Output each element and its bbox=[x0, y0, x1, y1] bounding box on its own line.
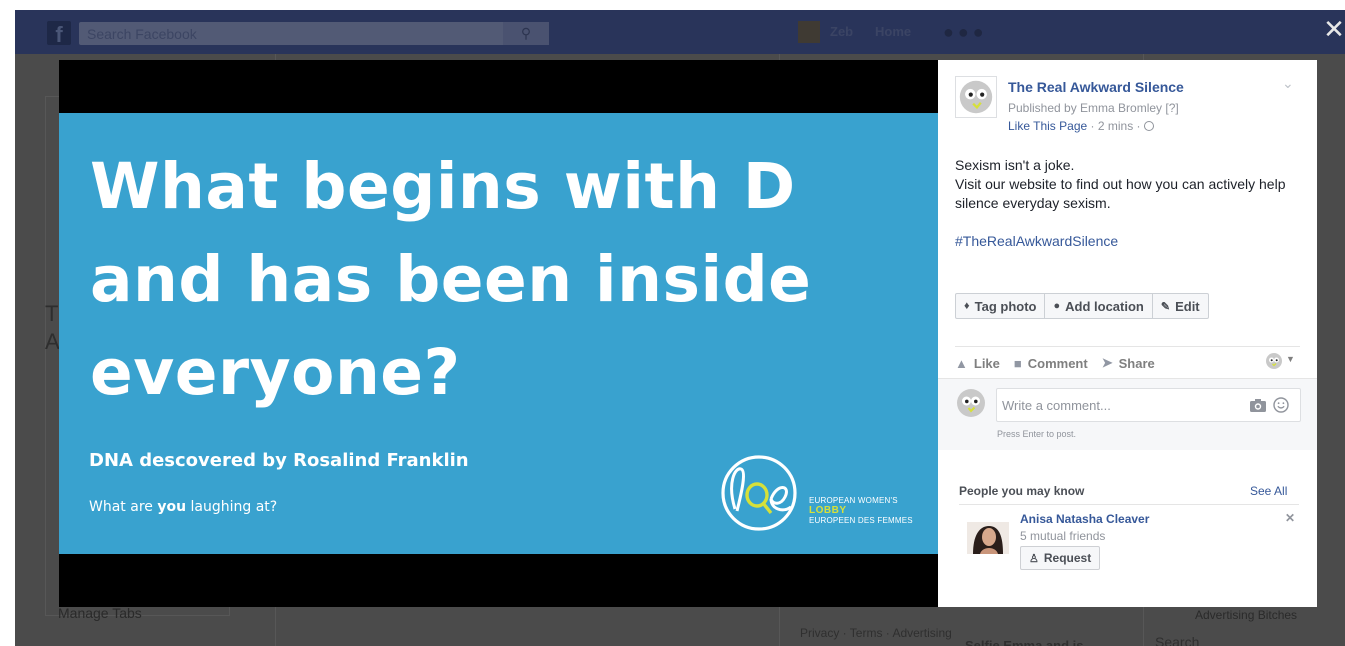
comment-input[interactable] bbox=[997, 389, 1237, 421]
ewl-logo-icon bbox=[721, 455, 797, 531]
tagline-pre: What are bbox=[89, 499, 158, 515]
tag-photo-button[interactable]: ♦ Tag photo bbox=[956, 294, 1046, 318]
like-button[interactable]: ▲ Like bbox=[955, 356, 1000, 371]
nav-avatar bbox=[798, 21, 820, 43]
person-avatar[interactable] bbox=[967, 522, 1009, 554]
request-label: Request bbox=[1043, 551, 1092, 565]
photo-actions: ♦ Tag photo ● Add location ✎ Edit bbox=[955, 293, 1209, 319]
tag-photo-label: Tag photo bbox=[974, 298, 1037, 314]
background-right-search: Search bbox=[1155, 634, 1200, 646]
mutual-friends[interactable]: 5 mutual friends bbox=[1020, 529, 1105, 543]
person-name-link[interactable]: Anisa Natasha Cleaver bbox=[1020, 512, 1149, 526]
photo-headline: What begins with D and has been inside e… bbox=[90, 140, 910, 419]
logo-line1: EUROPEAN WOMEN'S bbox=[809, 496, 898, 505]
post-time[interactable]: 2 mins bbox=[1098, 119, 1133, 133]
post-meta: Like This Page · 2 mins · bbox=[1008, 119, 1154, 133]
background-manage-tabs: Manage Tabs bbox=[58, 605, 142, 621]
thumbs-up-icon: ▲ bbox=[955, 355, 968, 371]
logo-line3: EUROPEEN DES FEMMES bbox=[809, 516, 913, 525]
add-location-button[interactable]: ● Add location bbox=[1045, 294, 1153, 318]
search-icon: ⚲ bbox=[503, 22, 549, 45]
page-avatar[interactable] bbox=[955, 76, 997, 118]
published-help-link[interactable]: [?] bbox=[1165, 101, 1178, 115]
see-all-link[interactable]: See All bbox=[1250, 484, 1287, 498]
like-label: Like bbox=[973, 355, 1000, 371]
post-side-panel: The Real Awkward Silence ⌄ Published by … bbox=[938, 60, 1317, 607]
post-text: Sexism isn't a joke. Visit our website t… bbox=[955, 156, 1300, 213]
divider bbox=[959, 504, 1299, 505]
post-text-line: Sexism isn't a joke. bbox=[955, 157, 1075, 173]
nav-notification-icons: ●●● bbox=[943, 22, 988, 42]
background-search-placeholder: Search Facebook bbox=[87, 26, 197, 42]
photo-stage[interactable]: What begins with D and has been inside e… bbox=[59, 60, 938, 607]
commenter-avatar bbox=[957, 389, 985, 417]
facebook-top-bar: f Search Facebook ⚲ Zeb Home ●●● bbox=[15, 10, 1345, 54]
press-enter-hint: Press Enter to post. bbox=[997, 429, 1077, 439]
hashtag-link[interactable]: #TheRealAwkwardSilence bbox=[955, 233, 1118, 249]
headline-line: What begins with D bbox=[90, 150, 796, 223]
divider bbox=[955, 346, 1300, 347]
smiley-icon[interactable] bbox=[1273, 397, 1289, 413]
photo-subhead: DNA descovered by Rosalind Franklin bbox=[89, 450, 469, 471]
nav-home-link: Home bbox=[875, 24, 912, 39]
share-button[interactable]: ➤ Share bbox=[1102, 355, 1155, 371]
camera-icon[interactable] bbox=[1249, 397, 1267, 413]
like-this-page-link[interactable]: Like This Page bbox=[1008, 119, 1087, 133]
facebook-logo-icon: f bbox=[47, 21, 71, 47]
background-search-bar: Search Facebook ⚲ bbox=[79, 22, 549, 45]
share-icon: ➤ bbox=[1101, 355, 1113, 370]
tagline-bold: you bbox=[157, 499, 187, 515]
share-label: Share bbox=[1118, 355, 1155, 371]
people-you-may-know-title: People you may know bbox=[959, 484, 1085, 498]
published-by: Published by Emma Bromley [?] bbox=[1008, 101, 1179, 115]
background-ad-text: Advertising Bitches bbox=[1195, 608, 1298, 622]
edit-label: Edit bbox=[1175, 298, 1200, 314]
globe-icon bbox=[1143, 121, 1154, 131]
published-by-text: Published by Emma Bromley bbox=[1008, 101, 1163, 115]
headline-line: and has been inside bbox=[90, 243, 812, 316]
post-as-avatar[interactable] bbox=[1265, 352, 1283, 370]
headline-line: everyone? bbox=[90, 336, 461, 409]
friend-request-button[interactable]: ♙ Request bbox=[1020, 546, 1101, 570]
edit-button[interactable]: ✎ Edit bbox=[1153, 294, 1208, 318]
caret-down-icon[interactable]: ▼ bbox=[1286, 354, 1295, 364]
dismiss-suggestion-icon[interactable]: ✕ bbox=[1285, 511, 1295, 525]
tag-icon: ♦ bbox=[964, 300, 970, 312]
add-friend-icon: ♙ bbox=[1029, 552, 1039, 565]
comment-box bbox=[996, 388, 1301, 422]
close-lightbox-button[interactable]: ✕ bbox=[1322, 16, 1345, 44]
background-below-text: Selfie Emma and is bbox=[965, 638, 1084, 646]
comment-label: Comment bbox=[1027, 355, 1088, 371]
add-location-label: Add location bbox=[1065, 298, 1144, 314]
comment-button[interactable]: ■ Comment bbox=[1014, 356, 1088, 371]
post-photo[interactable]: What begins with D and has been inside e… bbox=[59, 113, 938, 554]
close-icon: ✕ bbox=[1323, 14, 1345, 44]
reaction-bar: ▲ Like ■ Comment ➤ Share bbox=[955, 353, 1169, 373]
tagline-post: laughing at? bbox=[186, 499, 278, 515]
photo-tagline: What are you laughing at? bbox=[89, 499, 277, 515]
background-left-text: TA bbox=[45, 301, 60, 354]
chevron-down-icon[interactable]: ⌄ bbox=[1282, 75, 1294, 92]
comment-icon: ■ bbox=[1013, 355, 1022, 371]
location-pin-icon: ● bbox=[1053, 300, 1061, 312]
nav-user-name: Zeb bbox=[830, 24, 854, 39]
pencil-icon: ✎ bbox=[1160, 300, 1171, 313]
ewl-logo-text: EUROPEAN WOMEN'S LOBBY EUROPEEN DES FEMM… bbox=[809, 496, 913, 525]
logo-line2: LOBBY bbox=[809, 505, 847, 516]
background-footer-links: Privacy · Terms · Advertising bbox=[800, 626, 952, 640]
post-text-line: Visit our website to find out how you ca… bbox=[955, 176, 1286, 211]
comment-area: Press Enter to post. bbox=[938, 378, 1317, 450]
page-name-link[interactable]: The Real Awkward Silence bbox=[1008, 79, 1184, 95]
